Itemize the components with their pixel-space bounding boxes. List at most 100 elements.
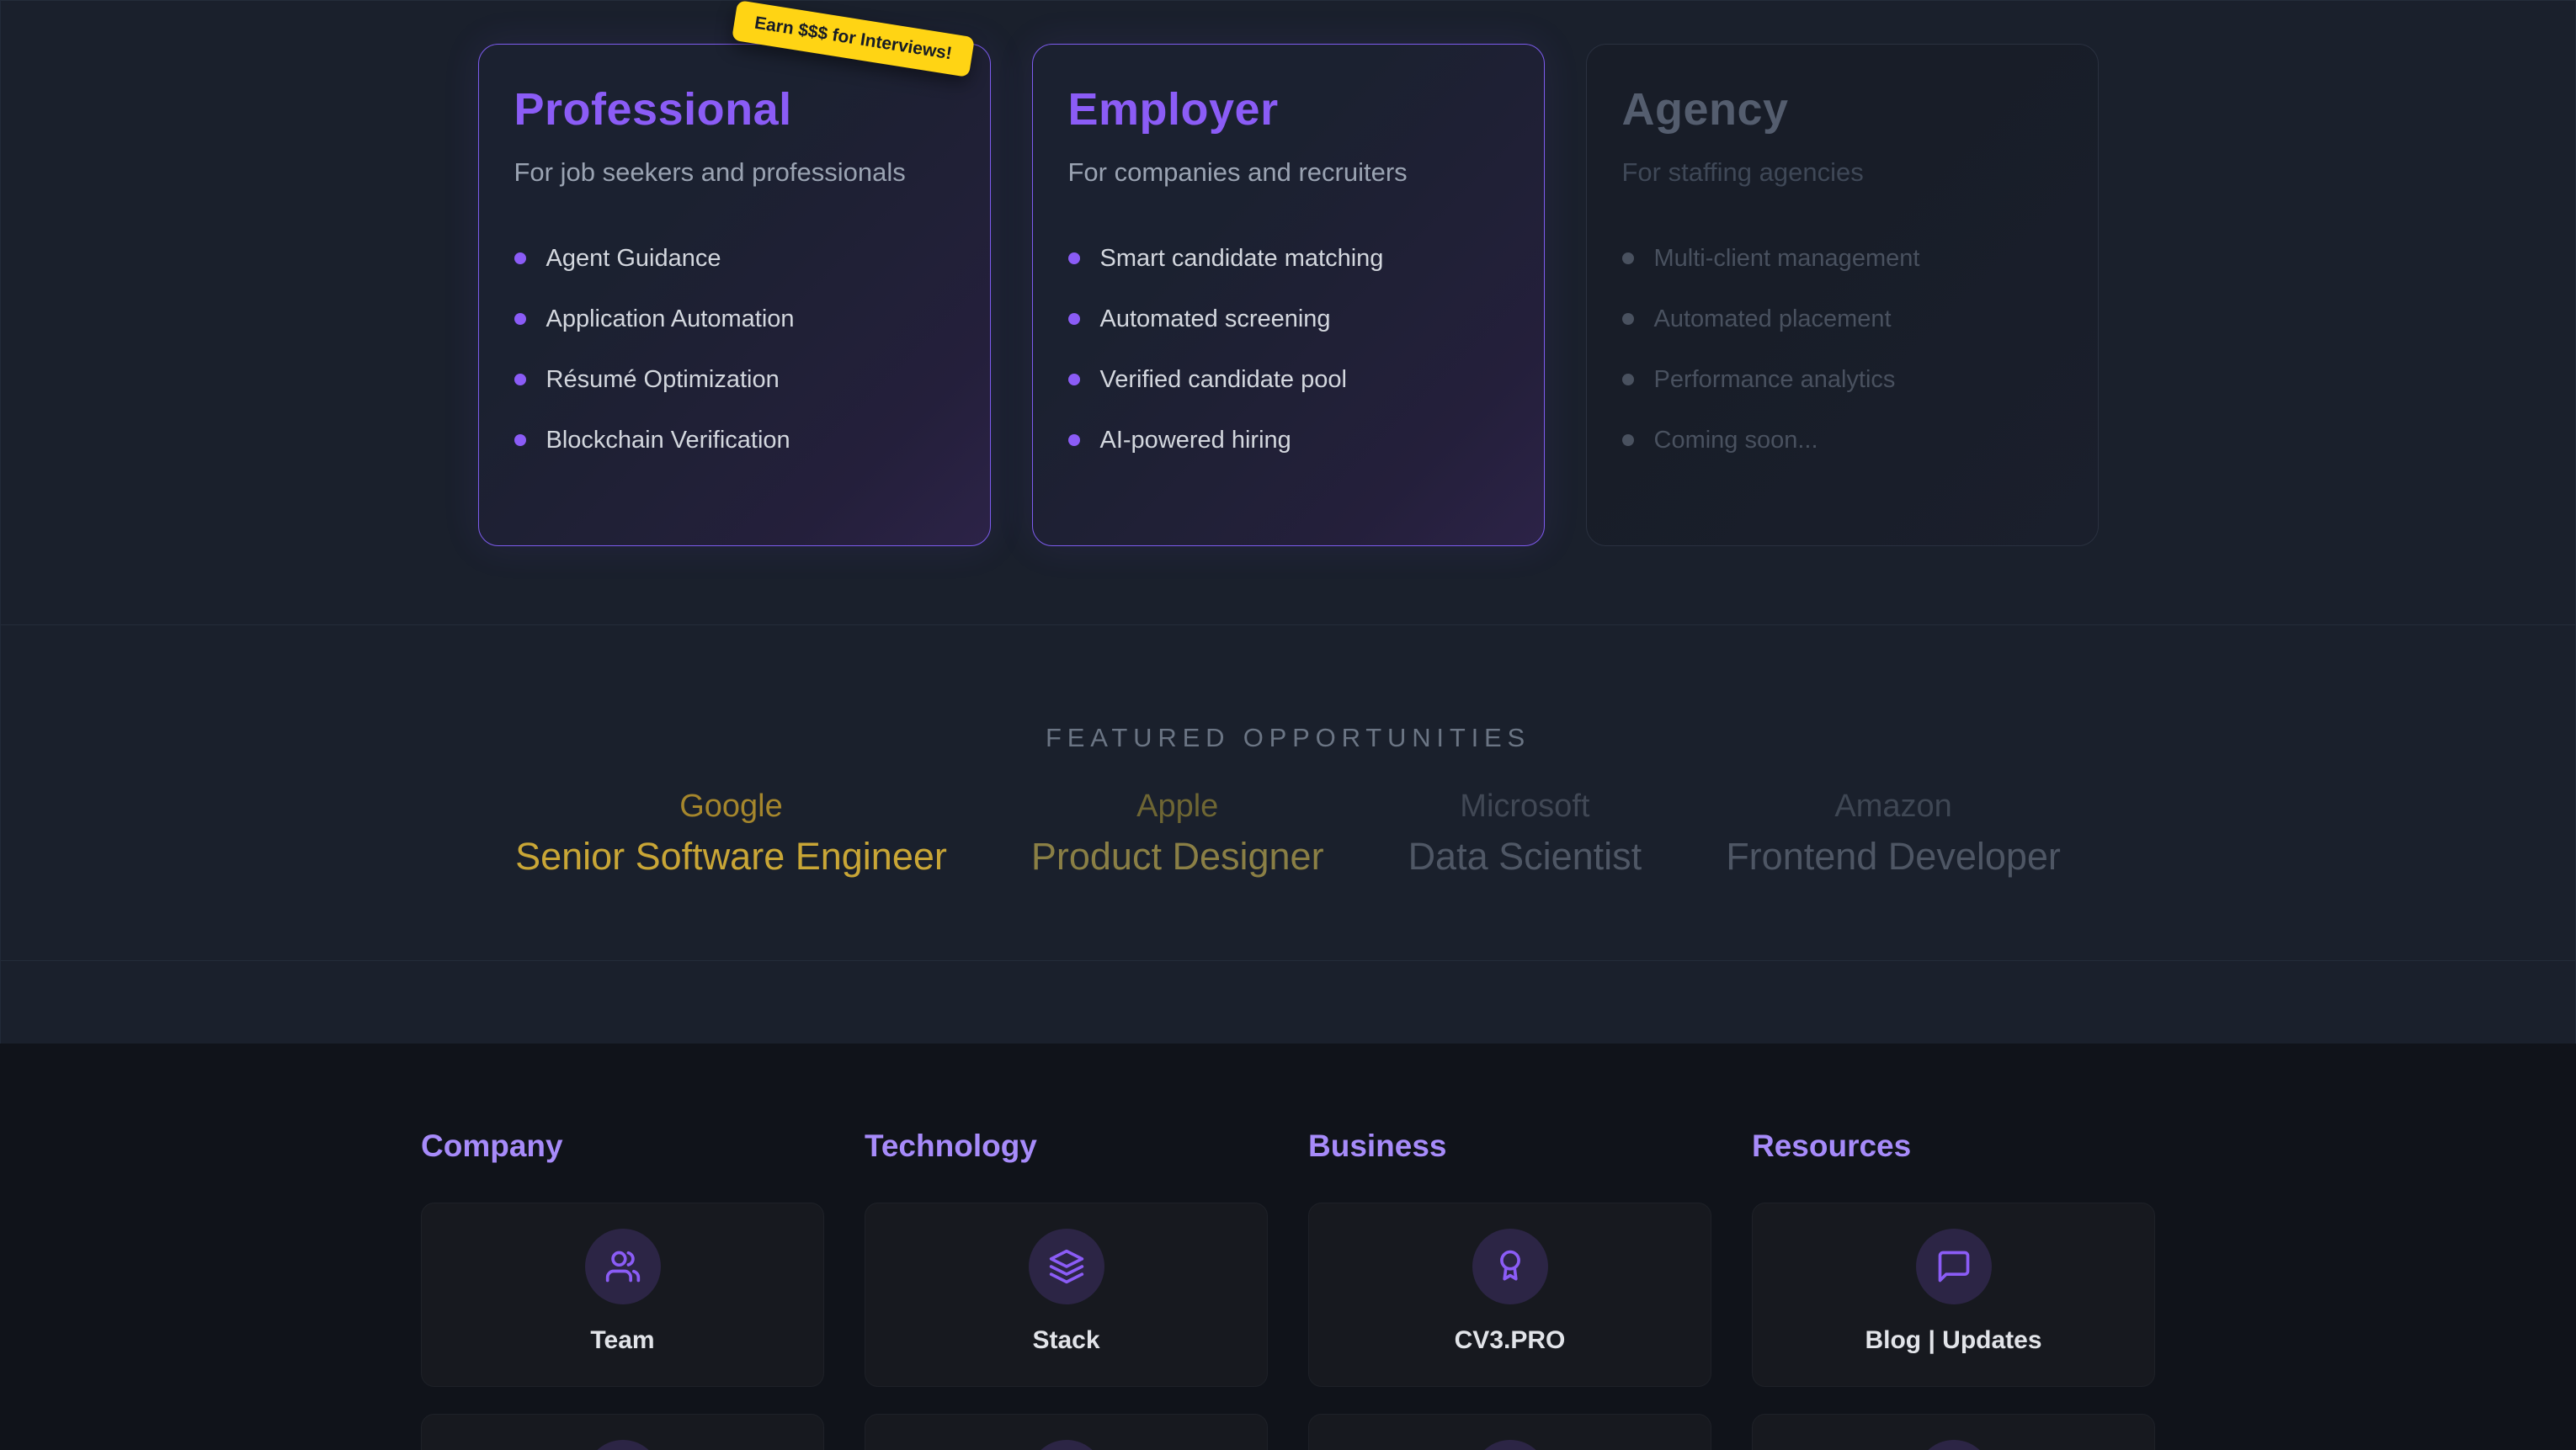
persona-card-agency: Agency For staffing agencies Multi-clien… <box>1586 44 2099 546</box>
featured-job-amazon[interactable]: Amazon Frontend Developer <box>1726 789 2061 879</box>
footer-grid: Company Team <box>421 1129 2155 1450</box>
layers-icon <box>1048 1248 1085 1285</box>
feature-label: Blockchain Verification <box>546 427 790 454</box>
feature-list: Multi-client management Automated placem… <box>1622 228 2062 470</box>
footer-column-business: Business CV3.PRO <box>1308 1129 1711 1450</box>
footer-link-stack[interactable]: Stack <box>865 1203 1268 1387</box>
feature-item: Smart candidate matching <box>1068 228 1509 289</box>
icon-badge <box>1472 1229 1548 1304</box>
card-subtitle: For staffing agencies <box>1622 157 2062 188</box>
icon-badge <box>1472 1440 1548 1450</box>
icon-badge <box>585 1440 661 1450</box>
footer-link-blog[interactable]: Blog | Updates <box>1752 1203 2155 1387</box>
award-icon <box>1492 1248 1529 1285</box>
footer-link-card-partial[interactable] <box>865 1414 1268 1450</box>
footer-heading: Company <box>421 1129 824 1164</box>
icon-badge <box>585 1229 661 1304</box>
feature-item: Verified candidate pool <box>1068 349 1509 410</box>
card-title: Professional <box>514 83 955 135</box>
feature-label: Multi-client management <box>1654 245 1920 273</box>
footer-link-card-partial[interactable] <box>421 1414 824 1450</box>
footer-link-label: Stack <box>1032 1326 1099 1355</box>
feature-item: Blockchain Verification <box>514 410 955 470</box>
earn-for-interviews-ribbon: Earn $$$ for Interviews! <box>732 0 975 77</box>
bullet-icon <box>1068 374 1080 385</box>
job-company: Microsoft <box>1408 789 1642 825</box>
footer-heading: Business <box>1308 1129 1711 1164</box>
upper-sections: Earn $$$ for Interviews! Professional Fo… <box>0 0 2576 1044</box>
feature-label: AI-powered hiring <box>1100 427 1291 454</box>
feature-label: Agent Guidance <box>546 245 721 273</box>
footer-link-team[interactable]: Team <box>421 1203 824 1387</box>
bullet-icon <box>1622 313 1634 325</box>
feature-list: Agent Guidance Application Automation Ré… <box>514 228 955 470</box>
featured-job-microsoft[interactable]: Microsoft Data Scientist <box>1408 789 1642 879</box>
feature-label: Performance analytics <box>1654 366 1896 394</box>
footer-heading: Resources <box>1752 1129 2155 1164</box>
feature-item: Résumé Optimization <box>514 349 955 410</box>
bullet-icon <box>1622 252 1634 264</box>
footer-column-resources: Resources Blog | Updates <box>1752 1129 2155 1450</box>
icon-badge <box>1029 1440 1104 1450</box>
footer: Company Team <box>0 1044 2576 1450</box>
footer-column-company: Company Team <box>421 1129 824 1450</box>
card-title: Agency <box>1622 83 2062 135</box>
feature-label: Coming soon... <box>1654 427 1818 454</box>
icon-badge <box>1029 1229 1104 1304</box>
persona-cards-row: Earn $$$ for Interviews! Professional Fo… <box>1 44 2575 546</box>
featured-job-google[interactable]: Google Senior Software Engineer <box>515 789 947 879</box>
bullet-icon <box>514 252 526 264</box>
feature-item: AI-powered hiring <box>1068 410 1509 470</box>
featured-opportunities-section: FEATURED OPPORTUNITIES Google Senior Sof… <box>1 624 2575 961</box>
section-spacer <box>1 961 2575 1044</box>
feature-item: Performance analytics <box>1622 349 2062 410</box>
icon-badge <box>1916 1229 1992 1304</box>
landing-page: Earn $$$ for Interviews! Professional Fo… <box>0 0 2576 1450</box>
bullet-icon <box>1622 434 1634 446</box>
feature-label: Résumé Optimization <box>546 366 780 394</box>
bullet-icon <box>1622 374 1634 385</box>
card-subtitle: For companies and recruiters <box>1068 157 1509 188</box>
bullet-icon <box>1068 313 1080 325</box>
bullet-icon <box>1068 434 1080 446</box>
icon-badge <box>1916 1440 1992 1450</box>
bullet-icon <box>1068 252 1080 264</box>
bullet-icon <box>514 434 526 446</box>
feature-item: Automated screening <box>1068 289 1509 349</box>
feature-item: Automated placement <box>1622 289 2062 349</box>
persona-card-employer[interactable]: Employer For companies and recruiters Sm… <box>1032 44 1545 546</box>
feature-label: Application Automation <box>546 305 795 333</box>
feature-item: Application Automation <box>514 289 955 349</box>
footer-column-technology: Technology Stack <box>865 1129 1268 1450</box>
feature-label: Smart candidate matching <box>1100 245 1384 273</box>
footer-link-card-partial[interactable] <box>1308 1414 1711 1450</box>
footer-link-label: Team <box>590 1326 654 1355</box>
feature-item: Multi-client management <box>1622 228 2062 289</box>
featured-job-apple[interactable]: Apple Product Designer <box>1031 789 1324 879</box>
users-icon <box>604 1248 641 1285</box>
featured-heading: FEATURED OPPORTUNITIES <box>1 723 2575 753</box>
job-company: Amazon <box>1726 789 2061 825</box>
persona-card-professional[interactable]: Earn $$$ for Interviews! Professional Fo… <box>478 44 991 546</box>
job-title: Frontend Developer <box>1726 835 2061 879</box>
feature-label: Automated placement <box>1654 305 1892 333</box>
job-title: Product Designer <box>1031 835 1324 879</box>
footer-link-label: Blog | Updates <box>1865 1326 2041 1355</box>
feature-label: Automated screening <box>1100 305 1331 333</box>
footer-link-cv3pro[interactable]: CV3.PRO <box>1308 1203 1711 1387</box>
job-title: Data Scientist <box>1408 835 1642 879</box>
job-title: Senior Software Engineer <box>515 835 947 879</box>
persona-section: Earn $$$ for Interviews! Professional Fo… <box>1 0 2575 624</box>
footer-link-card-partial[interactable] <box>1752 1414 2155 1450</box>
bullet-icon <box>514 313 526 325</box>
feature-item: Agent Guidance <box>514 228 955 289</box>
card-title: Employer <box>1068 83 1509 135</box>
footer-heading: Technology <box>865 1129 1268 1164</box>
job-company: Google <box>515 789 947 825</box>
feature-item: Coming soon... <box>1622 410 2062 470</box>
feature-list: Smart candidate matching Automated scree… <box>1068 228 1509 470</box>
job-company: Apple <box>1031 789 1324 825</box>
feature-label: Verified candidate pool <box>1100 366 1347 394</box>
featured-jobs-row: Google Senior Software Engineer Apple Pr… <box>1 789 2575 879</box>
message-icon <box>1935 1248 1972 1285</box>
